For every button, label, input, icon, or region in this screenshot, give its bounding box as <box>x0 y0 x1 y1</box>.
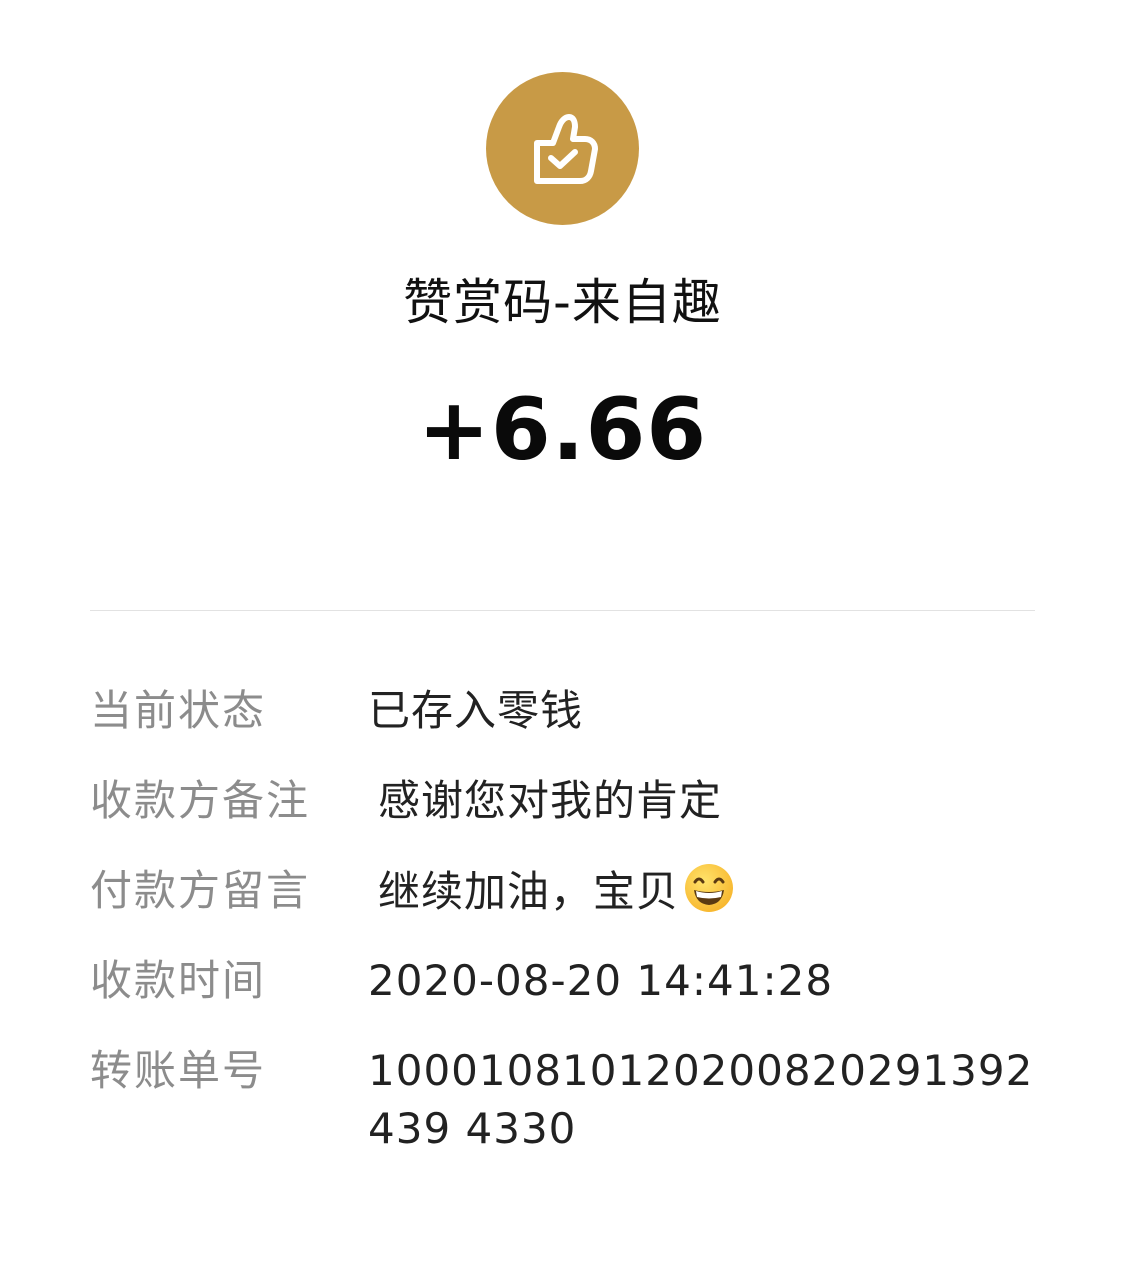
payer-message-label: 付款方留言 <box>90 866 311 915</box>
transfer-number-label: 转账单号 <box>90 1046 267 1095</box>
payment-title: 赞赏码-来自趣 <box>403 274 722 331</box>
receive-time-label: 收款时间 <box>90 956 267 1005</box>
payment-amount: +6.66 <box>417 380 708 480</box>
thumbs-up-check-icon <box>533 113 598 184</box>
payee-note-value: 感谢您对我的肯定 <box>378 776 723 825</box>
receive-time-value: 2020-08-20 14:41:28 <box>368 956 834 1005</box>
status-value: 已存入零钱 <box>368 686 584 735</box>
divider <box>90 610 1035 611</box>
payer-message-text: 继续加油，宝贝 <box>378 867 680 916</box>
grinning-face-emoji-icon <box>685 864 734 912</box>
status-label: 当前状态 <box>90 686 267 735</box>
payee-note-label: 收款方备注 <box>90 776 311 825</box>
payer-message-value: 继续加油，宝贝 <box>378 862 1035 921</box>
payment-type-avatar <box>486 72 639 225</box>
transfer-number-value[interactable]: 100010810120200820291392439 4330 <box>368 1042 1035 1158</box>
